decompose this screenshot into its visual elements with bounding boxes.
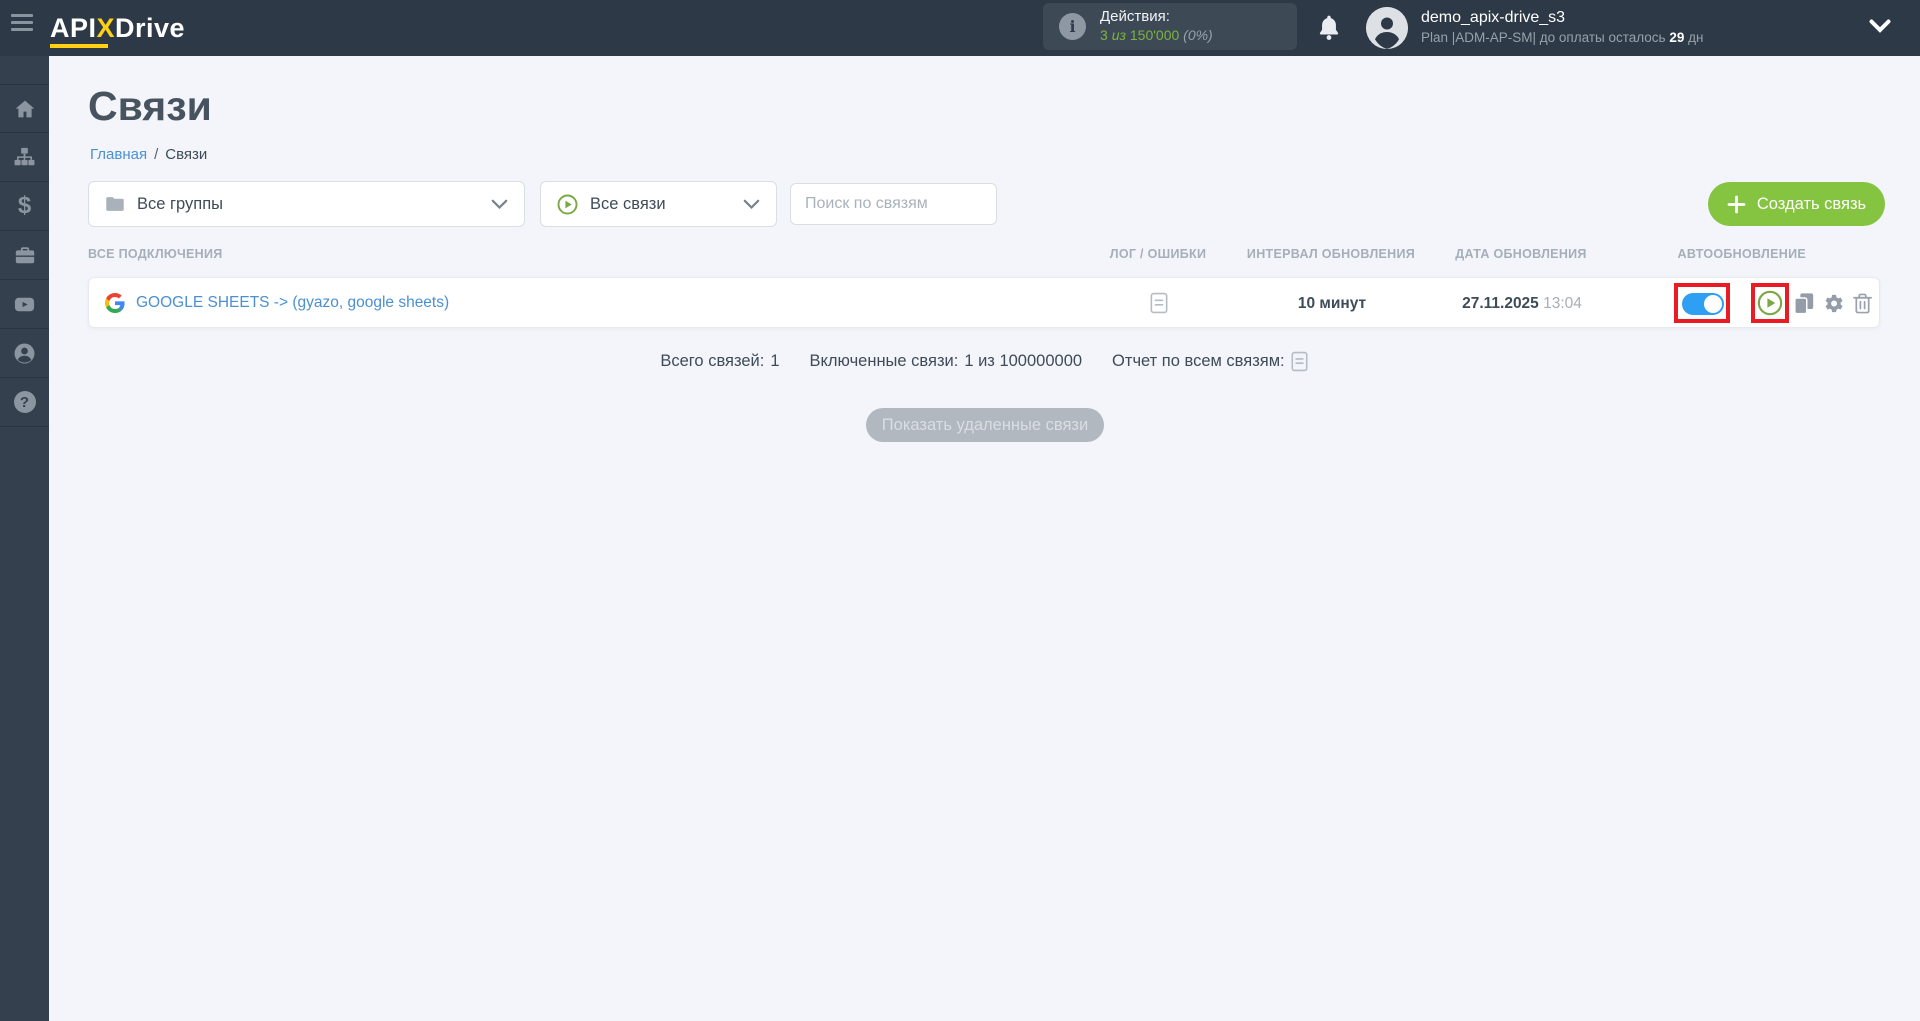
connections-icon [14,147,35,165]
briefcase-icon [15,247,34,264]
youtube-icon [14,297,35,311]
logo-api: API [50,13,97,43]
summary-enabled-label: Включенные связи: [809,352,959,370]
page-title: Связи [88,83,212,129]
logo-x: X [96,13,116,43]
plus-icon [1727,195,1746,213]
sidebar-item-youtube[interactable] [0,280,49,329]
actions-counter-text: Действия: 3 из 150'000 (0%) [1100,8,1213,44]
play-circle-icon [557,194,578,214]
google-icon [105,293,125,313]
sidebar-item-services[interactable] [0,231,49,280]
links-filter-select[interactable]: Все связи [540,181,777,227]
column-header-update-interval: ИНТЕРВАЛ ОБНОВЛЕНИЯ [1246,247,1416,261]
report-document-icon[interactable] [1291,351,1308,372]
sidebar-item-help[interactable]: ? [0,378,49,427]
account-icon [14,343,35,363]
actions-count: 3 из 150'000 (0%) [1100,27,1213,45]
chevron-down-icon [743,199,760,210]
user-days-left: 29 [1669,30,1685,45]
breadcrumb-home-link[interactable]: Главная [90,146,147,163]
dollar-icon: $ [17,192,32,219]
logo-drive: Drive [115,13,186,43]
actions-used: 3 [1100,27,1108,44]
actions-percent: (0%) [1183,27,1213,44]
show-deleted-links-button[interactable]: Показать удаленные связи [866,408,1104,442]
actions-limit: 150'000 [1129,27,1180,44]
user-plan-prefix: Plan |ADM-AP-SM| до оплаты осталось [1421,30,1666,45]
summary-enabled: Включенные связи: 1 из 100000000 [810,352,1083,371]
summary-line: Всего связей: 1 Включенные связи: 1 из 1… [88,351,1880,372]
info-icon: i [1059,13,1086,40]
breadcrumb: Главная / Связи [90,146,207,163]
summary-report: Отчет по всем связям: [1112,351,1308,372]
actions-label: Действия: [1100,8,1170,26]
create-link-label: Создать связь [1756,194,1867,213]
notifications-bell-icon[interactable] [1316,13,1342,43]
top-header: APIXDrive i Действия: 3 из 150'000 (0%) … [0,0,1920,56]
user-menu-chevron-down-icon[interactable] [1869,19,1891,38]
update-time: 13:04 [1543,295,1582,312]
links-filter-value: Все связи [590,194,666,213]
sidebar-item-connections[interactable] [0,133,49,182]
connection-name-link[interactable]: GOOGLE SHEETS -> (gyazo, google sheets) [136,294,449,312]
folder-icon [106,197,124,211]
home-icon [15,100,34,117]
breadcrumb-separator: / [154,146,159,163]
actions-of: из [1111,27,1126,44]
user-avatar[interactable] [1366,7,1408,49]
update-interval-value: 10 минут [1297,295,1367,312]
groups-filter-value: Все группы [137,194,224,213]
summary-report-label: Отчет по всем связям: [1112,352,1285,370]
search-input[interactable] [790,183,997,225]
actions-counter-box[interactable]: i Действия: 3 из 150'000 (0%) [1043,3,1297,50]
gear-icon[interactable] [1822,292,1845,315]
sidebar-item-home[interactable] [0,84,49,133]
apixdrive-logo[interactable]: APIXDrive [50,10,185,46]
help-icon: ? [13,391,36,413]
annotation-highlight-run-button [1751,283,1789,323]
column-header-autoupdate: АВТООБНОВЛЕНИЕ [1677,247,1806,261]
summary-total-label: Всего связей: [660,352,765,370]
user-days-suffix: дн [1688,30,1704,45]
update-date-value: 27.11.2025 13:04 [1422,295,1622,313]
hamburger-menu-icon[interactable] [11,14,33,32]
chevron-down-icon [491,199,508,210]
summary-total: Всего связей: 1 [660,352,779,371]
trash-icon[interactable] [1852,292,1873,315]
user-menu[interactable]: demo_apix-drive_s3 Plan |ADM-AP-SM| до о… [1421,8,1704,47]
summary-enabled-value: 1 из 100000000 [964,352,1083,370]
column-header-update-date: ДАТА ОБНОВЛЕНИЯ [1455,247,1587,261]
apixdrive-app: APIXDrive i Действия: 3 из 150'000 (0%) … [0,0,1920,1021]
sidebar-item-payments[interactable]: $ [0,182,49,231]
annotation-highlight-toggle [1674,283,1730,323]
log-document-icon[interactable] [1150,292,1168,314]
create-link-button[interactable]: Создать связь [1708,182,1885,226]
groups-filter-select[interactable]: Все группы [88,181,525,227]
update-date: 27.11.2025 [1462,295,1539,312]
logo-underline [50,44,108,48]
user-name: demo_apix-drive_s3 [1421,9,1566,26]
table-row: GOOGLE SHEETS -> (gyazo, google sheets) … [88,277,1880,328]
user-plan: Plan |ADM-AP-SM| до оплаты осталось 29 д… [1421,28,1704,47]
sidebar-nav: $ ? [0,56,49,1021]
column-header-connections: ВСЕ ПОДКЛЮЧЕНИЯ [88,247,223,261]
breadcrumb-current: Связи [165,146,208,163]
column-header-log-errors: ЛОГ / ОШИБКИ [1109,247,1207,261]
summary-total-value: 1 [770,352,780,370]
copy-icon[interactable] [1793,292,1815,315]
sidebar-item-account[interactable] [0,329,49,378]
